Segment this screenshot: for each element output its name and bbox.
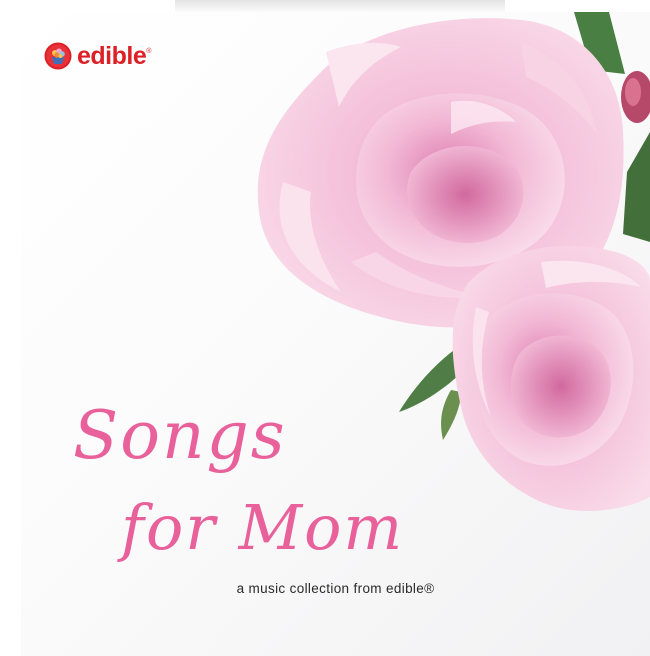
album-cover: edible ® Songs for Mom a music collectio… (21, 12, 650, 656)
title-line-1: Songs (73, 397, 287, 474)
title-line-2: for Mom (117, 491, 404, 564)
script-title: Songs for Mom (73, 397, 404, 564)
tagline: a music collection from edible® (236, 581, 435, 596)
